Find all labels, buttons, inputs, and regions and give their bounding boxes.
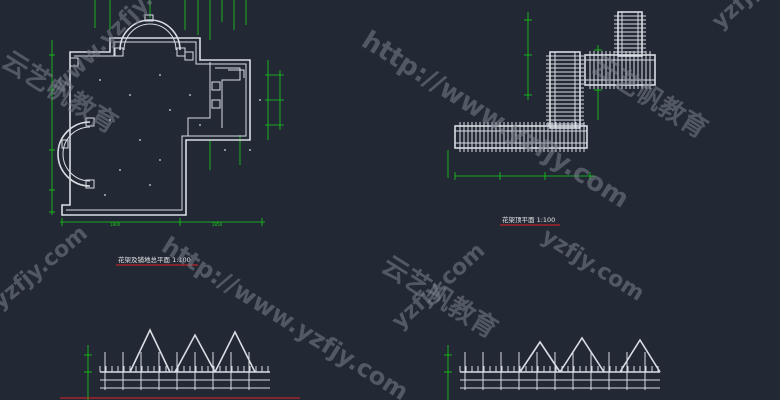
- plan-general-layout: 2850 1800 花架及铺地总平面 1:100: [49, 0, 284, 266]
- watermark-url-7: yzfjy.com: [537, 224, 649, 307]
- elevation-left: [84, 328, 270, 400]
- watermark-url-6: yzfjy.com: [0, 221, 93, 315]
- plan-roof-title: 花架顶平面 1:100: [502, 215, 555, 224]
- watermark-url-1: http://www.yzfjy.com: [356, 25, 634, 214]
- watermark-url-5: yzfjy.com: [707, 0, 780, 34]
- watermark-layer: http://www.yzfjy.com http://www.yzfjy.co…: [0, 0, 780, 400]
- elevation-right: [444, 336, 661, 400]
- dim-label-2: 1800: [110, 222, 121, 227]
- cad-drawing-canvas[interactable]: 2850 1800 花架及铺地总平面 1:100 花架顶平面 1:100 htt…: [0, 0, 780, 400]
- dim-label-1: 2850: [212, 222, 223, 227]
